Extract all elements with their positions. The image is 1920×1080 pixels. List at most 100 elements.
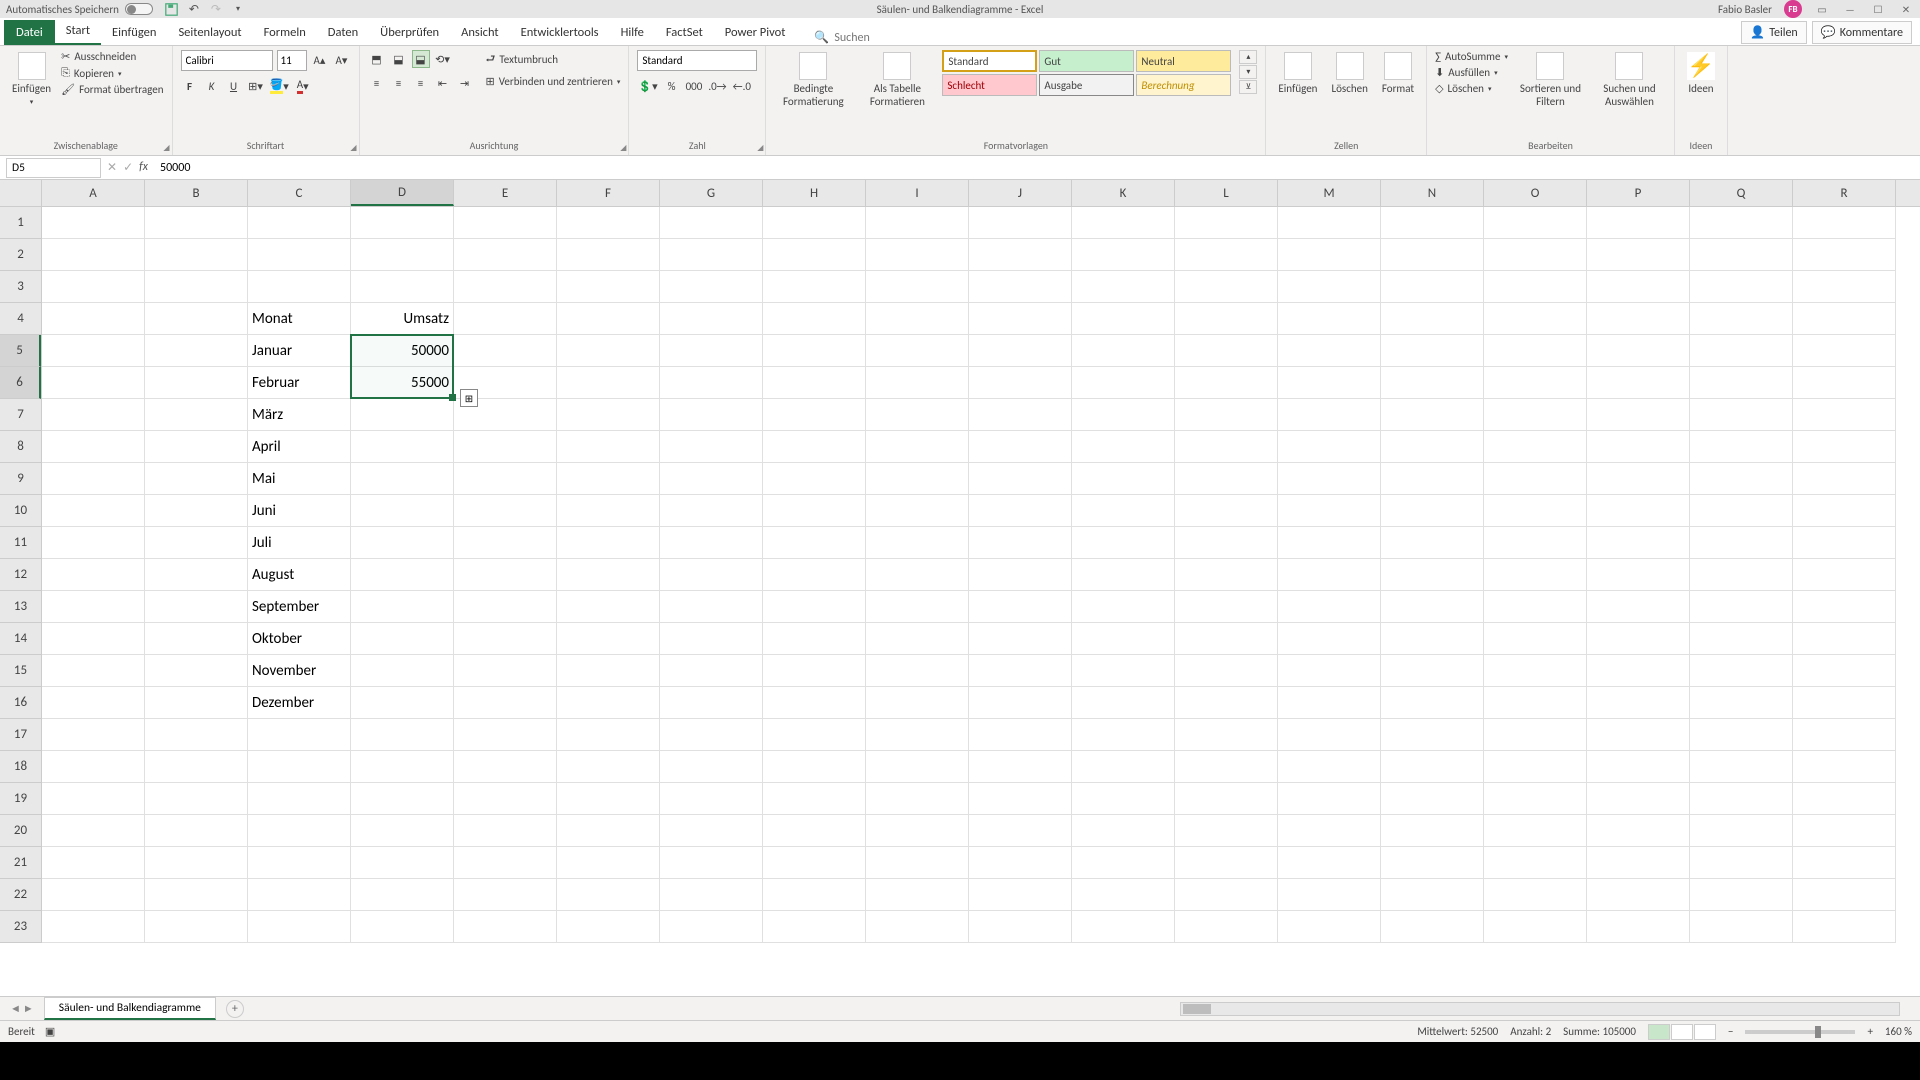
cell[interactable] <box>969 271 1072 303</box>
close-icon[interactable]: ✕ <box>1898 1 1914 17</box>
cell[interactable] <box>1484 911 1587 943</box>
cell[interactable] <box>557 591 660 623</box>
row-header[interactable]: 6 <box>0 367 41 399</box>
cell[interactable]: Juni <box>248 495 351 527</box>
cell[interactable] <box>1381 591 1484 623</box>
cell[interactable] <box>1690 495 1793 527</box>
cell[interactable] <box>1793 751 1896 783</box>
cell[interactable] <box>454 815 557 847</box>
cell[interactable] <box>1072 399 1175 431</box>
cell[interactable] <box>866 271 969 303</box>
cell[interactable] <box>1793 783 1896 815</box>
cell[interactable] <box>248 847 351 879</box>
cell[interactable] <box>351 719 454 751</box>
cell[interactable] <box>1484 463 1587 495</box>
cell[interactable] <box>1175 431 1278 463</box>
cell[interactable] <box>1793 431 1896 463</box>
cell[interactable] <box>351 591 454 623</box>
cut-button[interactable]: ✂Ausschneiden <box>61 50 163 63</box>
cell[interactable]: Dezember <box>248 687 351 719</box>
cell[interactable] <box>1793 463 1896 495</box>
cell[interactable] <box>660 271 763 303</box>
cell[interactable] <box>1278 815 1381 847</box>
cell[interactable] <box>1484 623 1587 655</box>
cell[interactable] <box>763 655 866 687</box>
clear-button[interactable]: ◇Löschen▾ <box>1435 82 1508 95</box>
row-header[interactable]: 18 <box>0 751 41 783</box>
cell[interactable] <box>1793 623 1896 655</box>
cell[interactable] <box>42 431 145 463</box>
cell[interactable] <box>557 751 660 783</box>
column-header[interactable]: D <box>351 180 454 206</box>
cell[interactable] <box>660 431 763 463</box>
row-header[interactable]: 12 <box>0 559 41 591</box>
cell[interactable] <box>866 463 969 495</box>
row-header[interactable]: 20 <box>0 815 41 847</box>
cell[interactable] <box>454 207 557 239</box>
cell[interactable] <box>351 911 454 943</box>
cell[interactable] <box>1381 559 1484 591</box>
cell[interactable] <box>1175 911 1278 943</box>
cell[interactable] <box>1278 271 1381 303</box>
cell[interactable] <box>42 559 145 591</box>
cell[interactable] <box>1072 271 1175 303</box>
cell[interactable] <box>763 207 866 239</box>
cell[interactable]: Mai <box>248 463 351 495</box>
cell[interactable] <box>1175 783 1278 815</box>
view-page-layout-icon[interactable] <box>1671 1024 1693 1040</box>
format-cells-button[interactable]: Format <box>1378 50 1418 97</box>
column-header[interactable]: R <box>1793 180 1896 206</box>
cell[interactable] <box>42 815 145 847</box>
tab-factset[interactable]: FactSet <box>655 20 714 45</box>
cell[interactable] <box>557 463 660 495</box>
cell[interactable] <box>660 719 763 751</box>
cell[interactable] <box>1175 847 1278 879</box>
cell[interactable] <box>145 271 248 303</box>
cell[interactable] <box>660 207 763 239</box>
cell[interactable] <box>351 207 454 239</box>
cell[interactable] <box>660 367 763 399</box>
cell[interactable] <box>351 463 454 495</box>
cell[interactable] <box>1381 719 1484 751</box>
cell[interactable] <box>1278 527 1381 559</box>
cell[interactable] <box>145 751 248 783</box>
cell[interactable] <box>969 431 1072 463</box>
dec-decimal-icon[interactable]: ←.0 <box>732 77 752 95</box>
row-header[interactable]: 5 <box>0 335 41 367</box>
cell[interactable] <box>145 719 248 751</box>
minimize-icon[interactable]: — <box>1842 1 1858 17</box>
cell[interactable] <box>557 559 660 591</box>
cell[interactable] <box>1072 367 1175 399</box>
cell[interactable] <box>557 879 660 911</box>
cell[interactable] <box>454 719 557 751</box>
cell[interactable] <box>557 911 660 943</box>
cell[interactable] <box>1484 815 1587 847</box>
cell[interactable] <box>1690 655 1793 687</box>
cell[interactable] <box>557 687 660 719</box>
cell[interactable] <box>660 879 763 911</box>
cell[interactable] <box>1278 751 1381 783</box>
cell[interactable] <box>660 303 763 335</box>
insert-cells-button[interactable]: Einfügen <box>1274 50 1321 97</box>
cell[interactable] <box>660 591 763 623</box>
cell[interactable] <box>145 239 248 271</box>
cell[interactable] <box>42 591 145 623</box>
cell[interactable] <box>1587 559 1690 591</box>
merge-button[interactable]: ⊞Verbinden und zentrieren▾ <box>486 75 621 88</box>
thousands-icon[interactable]: 000 <box>685 77 704 95</box>
orientation-icon[interactable]: ⟲▾ <box>434 50 452 68</box>
name-box[interactable] <box>6 158 101 178</box>
cell[interactable] <box>1793 399 1896 431</box>
cell[interactable] <box>866 431 969 463</box>
cell[interactable] <box>145 527 248 559</box>
fx-icon[interactable]: fx <box>139 160 148 175</box>
cell[interactable] <box>1072 623 1175 655</box>
cell[interactable] <box>1793 815 1896 847</box>
cell[interactable] <box>1175 335 1278 367</box>
cell[interactable] <box>557 495 660 527</box>
cell[interactable] <box>1793 495 1896 527</box>
cell[interactable] <box>969 527 1072 559</box>
column-header[interactable]: L <box>1175 180 1278 206</box>
cell[interactable] <box>763 239 866 271</box>
cell[interactable] <box>969 687 1072 719</box>
